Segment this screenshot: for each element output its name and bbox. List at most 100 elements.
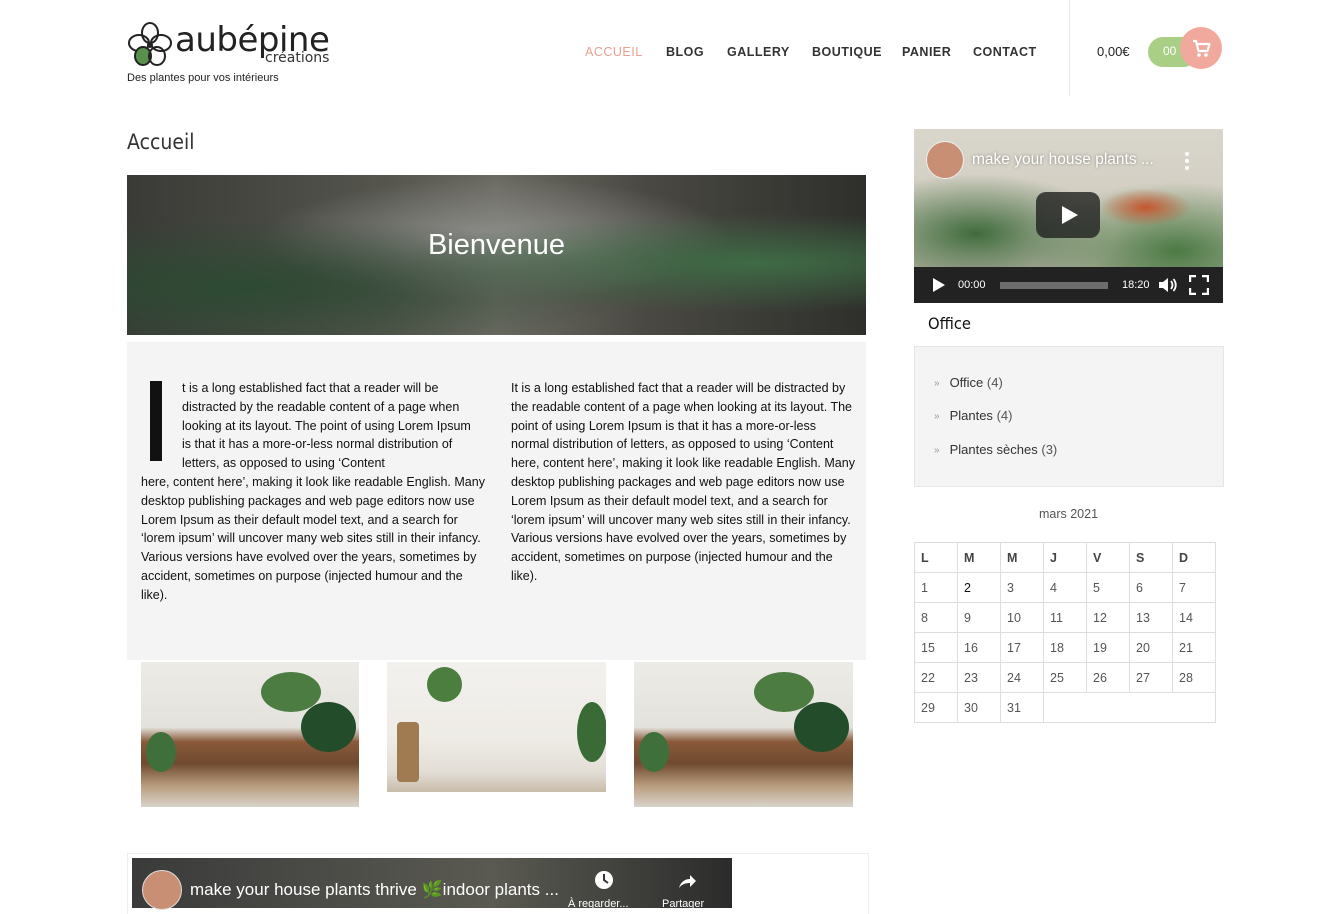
calendar-day-header: D xyxy=(1172,542,1216,573)
more-options-icon[interactable] xyxy=(1184,151,1190,171)
dropcap xyxy=(141,381,163,461)
calendar-day: 20 xyxy=(1129,632,1173,663)
nav-item-panier[interactable]: PANIER xyxy=(902,45,951,59)
gallery-image-living-room-1[interactable] xyxy=(141,662,359,807)
calendar-day: 21 xyxy=(1172,632,1216,663)
calendar-day-link[interactable]: 2 xyxy=(957,572,1001,603)
hero-banner: Bienvenue xyxy=(127,175,866,335)
video-current-time: 00:00 xyxy=(958,279,986,291)
intro-column-1-lead: t is a long established fact that a read… xyxy=(182,381,471,471)
calendar-day: 23 xyxy=(957,662,1001,693)
calendar-day: 29 xyxy=(914,692,958,723)
nav-item-boutique[interactable]: BOUTIQUE xyxy=(812,45,882,59)
channel-avatar[interactable] xyxy=(142,870,182,910)
video-duration: 18:20 xyxy=(1122,279,1150,291)
intro-column-2: It is a long established fact that a rea… xyxy=(511,381,855,583)
calendar-day: 22 xyxy=(914,662,958,693)
calendar: L M M J V S D 1 2 3 4 5 6 7 8 9 10 11 12 13 14 15 16 17 1… xyxy=(914,542,1216,723)
fullscreen-icon[interactable] xyxy=(1189,275,1209,295)
calendar-day-header: S xyxy=(1129,542,1173,573)
calendar-day: 14 xyxy=(1172,602,1216,633)
play-icon xyxy=(1062,206,1078,224)
calendar-header-row: L M M J V S D xyxy=(914,542,1216,573)
calendar-day: 16 xyxy=(957,632,1001,663)
category-name[interactable]: Office xyxy=(950,375,984,390)
cart-count: 00 xyxy=(1163,44,1177,58)
embedded-video-title[interactable]: make your house plants thrive 🌿indoor pl… xyxy=(190,880,559,900)
calendar-day: 8 xyxy=(914,602,958,633)
calendar-week-row: 1234567 xyxy=(914,572,1216,603)
calendar-day: 24 xyxy=(1000,662,1044,693)
calendar-day: 31 xyxy=(1000,692,1044,723)
calendar-empty-cell xyxy=(1043,692,1216,723)
calendar-day: 11 xyxy=(1043,602,1087,633)
shopping-cart-icon xyxy=(1193,39,1211,57)
calendar-day: 7 xyxy=(1172,572,1216,603)
sidebar-channel-avatar[interactable] xyxy=(926,141,964,179)
calendar-week-row: 15 16 17 18 19 20 21 xyxy=(914,632,1216,663)
chevron-right-icon: » xyxy=(934,445,940,456)
calendar-day: 5 xyxy=(1086,572,1130,603)
calendar-day: 4 xyxy=(1043,572,1087,603)
share-label: Partager xyxy=(662,898,705,910)
calendar-day-header: L xyxy=(914,542,958,573)
calendar-day-header: J xyxy=(1043,542,1087,573)
calendar-day: 12 xyxy=(1086,602,1130,633)
calendar-day: 25 xyxy=(1043,662,1087,693)
nav-item-blog[interactable]: BLOG xyxy=(666,45,704,59)
clock-icon[interactable] xyxy=(593,869,615,891)
video-play-button[interactable] xyxy=(1036,192,1100,238)
gallery-image-living-room-2[interactable] xyxy=(634,662,853,807)
calendar-day-header: V xyxy=(1086,542,1130,573)
chevron-right-icon: » xyxy=(934,378,940,389)
cart-total[interactable]: 0,00€ xyxy=(1097,44,1130,59)
calendar-day: 19 xyxy=(1086,632,1130,663)
nav-item-gallery[interactable]: GALLERY xyxy=(727,45,790,59)
nav-item-accueil[interactable]: ACCUEIL xyxy=(585,45,643,59)
nav-item-contact[interactable]: CONTACT xyxy=(973,45,1037,59)
calendar-day: 18 xyxy=(1043,632,1087,663)
category-item-plantes[interactable]: » Plantes (4) xyxy=(934,408,1012,423)
calendar-day: 28 xyxy=(1172,662,1216,693)
calendar-day: 10 xyxy=(1000,602,1044,633)
hero-title: Bienvenue xyxy=(427,229,566,261)
calendar-day: 27 xyxy=(1129,662,1173,693)
calendar-week-row: 8 9 10 11 12 13 14 xyxy=(914,602,1216,633)
calendar-day: 1 xyxy=(914,572,958,603)
calendar-day: 15 xyxy=(914,632,958,663)
cart-button[interactable] xyxy=(1180,27,1222,69)
calendar-day-header: M xyxy=(957,542,1001,573)
sidebar-video-title[interactable]: make your house plants ... xyxy=(972,151,1154,169)
logo-subtitle: créations xyxy=(265,50,330,66)
calendar-day: 9 xyxy=(957,602,1001,633)
calendar-day: 6 xyxy=(1129,572,1173,603)
calendar-day: 3 xyxy=(1000,572,1044,603)
categories-widget-title: Office xyxy=(928,314,971,333)
watch-later-label: À regarder... xyxy=(568,898,629,910)
category-name[interactable]: Plantes sèches xyxy=(950,442,1038,457)
flower-logo-icon xyxy=(128,22,172,66)
gallery-image-shelf-room[interactable] xyxy=(387,662,606,792)
header-divider xyxy=(1069,0,1070,96)
chevron-right-icon: » xyxy=(934,411,940,422)
calendar-day: 17 xyxy=(1000,632,1044,663)
share-icon[interactable] xyxy=(676,871,698,893)
video-progress-track[interactable] xyxy=(1000,282,1108,289)
calendar-week-row: 29 30 31 xyxy=(914,692,1216,723)
calendar-caption: mars 2021 xyxy=(1038,507,1099,521)
site-tagline: Des plantes pour vos intérieurs xyxy=(127,72,279,84)
intro-column-1: here, content here’, making it look like… xyxy=(141,475,485,602)
category-item-office[interactable]: » Office (4) xyxy=(934,375,1003,390)
calendar-week-row: 22 23 24 25 26 27 28 xyxy=(914,662,1216,693)
calendar-day: 26 xyxy=(1086,662,1130,693)
calendar-day-header: M xyxy=(1000,542,1044,573)
category-count: (4) xyxy=(986,375,1003,390)
calendar-day: 30 xyxy=(957,692,1001,723)
volume-icon[interactable] xyxy=(1158,276,1178,294)
page-title: Accueil xyxy=(127,130,195,154)
calendar-day: 13 xyxy=(1129,602,1173,633)
category-count: (4) xyxy=(996,408,1013,423)
category-item-plantes-seches[interactable]: » Plantes sèches (3) xyxy=(934,442,1057,457)
category-name[interactable]: Plantes xyxy=(950,408,993,423)
play-icon[interactable] xyxy=(932,278,946,292)
